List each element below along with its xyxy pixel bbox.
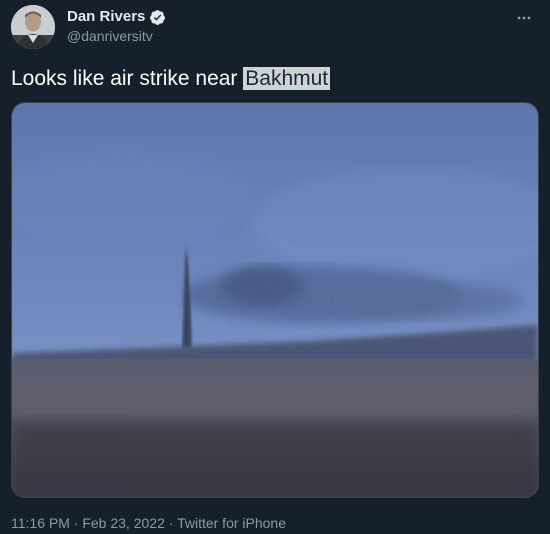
tweet-time[interactable]: 11:16 PM: [11, 515, 70, 531]
avatar-photo: [11, 5, 55, 49]
author-name-row[interactable]: Dan Rivers: [67, 8, 166, 26]
tweet-text: Looks like air strike near Bakhmut: [11, 66, 331, 92]
more-options-button[interactable]: [512, 8, 536, 28]
more-dots-icon: [517, 16, 531, 20]
tweet-date[interactable]: Feb 23, 2022: [82, 515, 165, 531]
author-handle[interactable]: @danriversitv: [67, 28, 153, 45]
video-frame: [12, 103, 538, 497]
avatar[interactable]: [11, 5, 55, 49]
tweet-source[interactable]: Twitter for iPhone: [177, 515, 286, 531]
author-name[interactable]: Dan Rivers: [67, 8, 145, 26]
highlighted-search-term: Bakhmut: [243, 67, 331, 90]
tweet-media-video[interactable]: [11, 102, 539, 498]
tweet-card: Dan Rivers @danriversitv Looks like air …: [0, 0, 550, 534]
meta-separator: ·: [69, 515, 83, 531]
tweet-metadata: 11:16 PM · Feb 23, 2022 · Twitter for iP…: [11, 515, 286, 532]
tweet-text-main: Looks like air strike near: [11, 67, 244, 90]
verified-badge-icon: [150, 9, 166, 25]
meta-separator: ·: [164, 515, 178, 531]
